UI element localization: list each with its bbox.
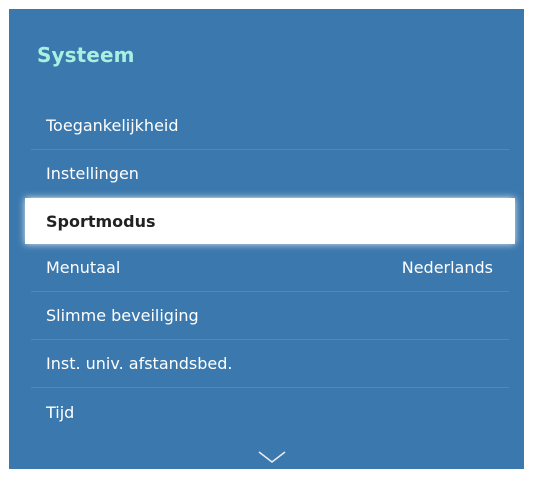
menu-title: Systeem	[37, 43, 135, 67]
menu-item-tijd[interactable]: Tijd	[31, 388, 509, 436]
menu-item-label: Slimme beveiliging	[46, 306, 199, 325]
menu-item-instellingen[interactable]: Instellingen	[31, 150, 509, 198]
menu-item-label: Toegankelijkheid	[46, 116, 179, 135]
menu-item-value: Nederlands	[401, 258, 493, 277]
menu-item-sportmodus[interactable]: Sportmodus	[25, 198, 515, 244]
menu-list: Toegankelijkheid Instellingen Sportmodus…	[25, 102, 515, 436]
menu-item-label: Tijd	[46, 402, 75, 422]
menu-item-menutaal[interactable]: Menutaal Nederlands	[31, 244, 509, 292]
system-menu: Systeem Toegankelijkheid Instellingen Sp…	[9, 9, 524, 469]
menu-item-toegankelijkheid[interactable]: Toegankelijkheid	[31, 102, 509, 150]
menu-item-label: Menutaal	[46, 258, 121, 277]
menu-item-label: Inst. univ. afstandsbed.	[46, 354, 233, 373]
chevron-down-icon[interactable]	[257, 450, 287, 464]
menu-item-inst-univ-afstandsbed[interactable]: Inst. univ. afstandsbed.	[31, 340, 509, 388]
menu-item-slimme-beveiliging[interactable]: Slimme beveiliging	[31, 292, 509, 340]
menu-item-label: Sportmodus	[46, 211, 156, 231]
menu-item-label: Instellingen	[46, 164, 139, 183]
